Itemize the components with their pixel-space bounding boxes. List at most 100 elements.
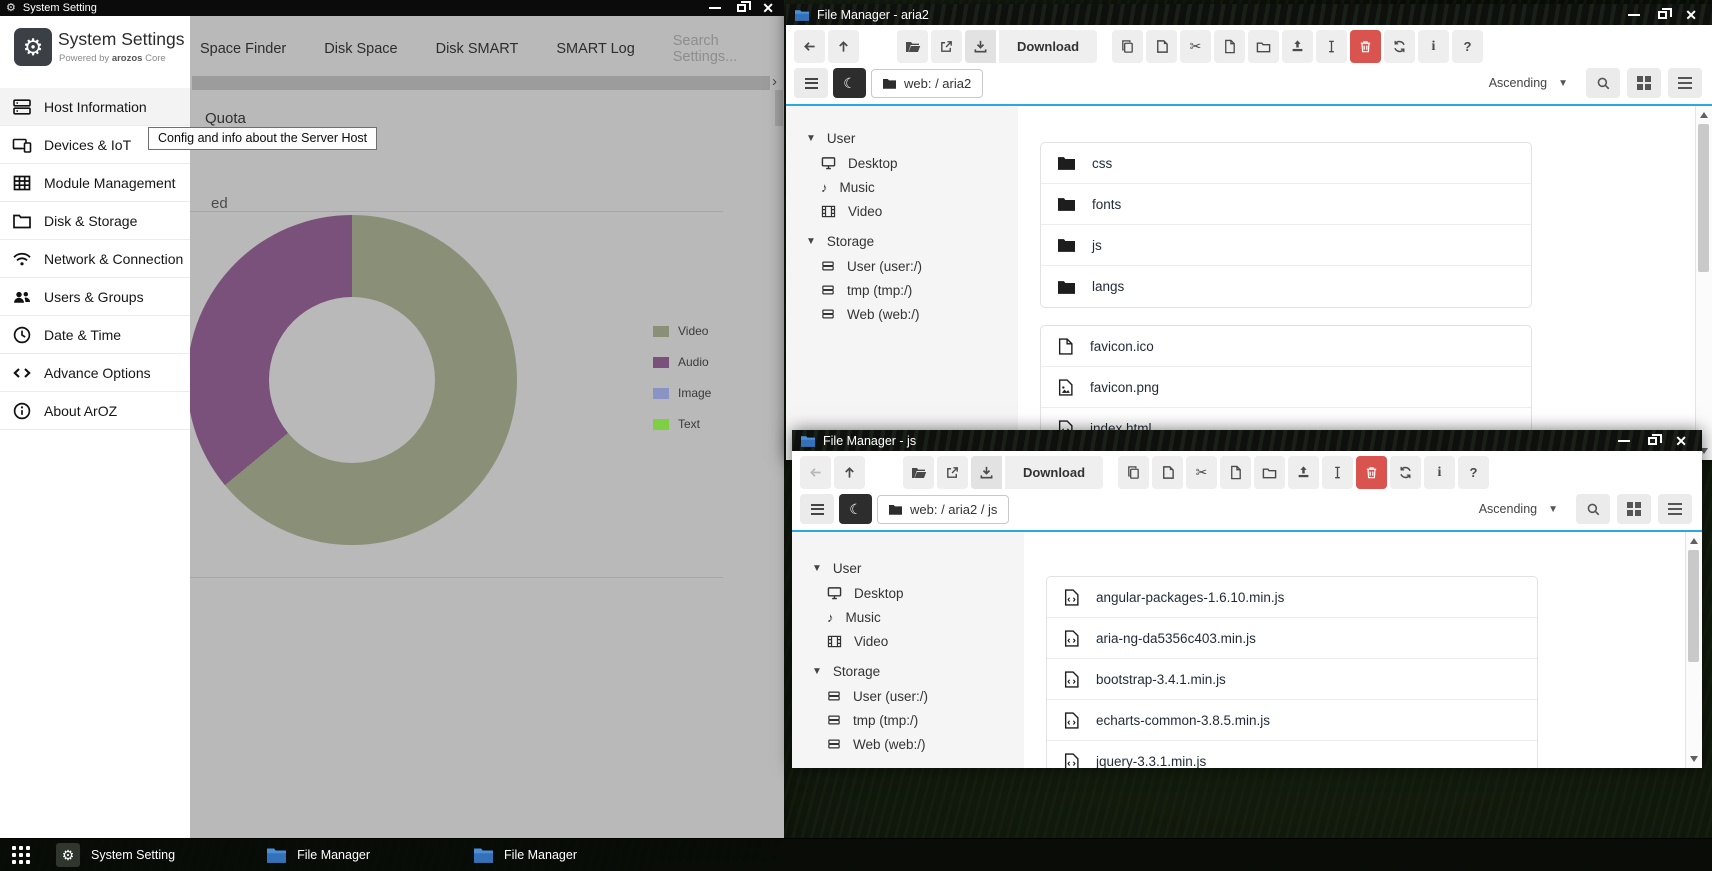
file-row-css[interactable]: css <box>1041 143 1531 184</box>
sidebar-item-about-aroz[interactable]: About ArOZ <box>0 392 190 430</box>
properties-button[interactable]: i <box>1418 30 1449 63</box>
copy-button[interactable] <box>1112 30 1143 63</box>
tree-item-desktop[interactable]: Desktop <box>806 151 1018 175</box>
fm-js-titlebar[interactable]: File Manager - js ✕ <box>792 430 1702 451</box>
refresh-button[interactable] <box>1384 30 1415 63</box>
sidebar-item-users-groups[interactable]: Users & Groups <box>0 278 190 316</box>
fm-aria2-titlebar[interactable]: File Manager - aria2 ✕ <box>786 4 1712 25</box>
rename-button[interactable] <box>1316 30 1347 63</box>
refresh-button[interactable] <box>1390 456 1421 489</box>
sidebar-item-host-information[interactable]: Host Information <box>0 88 190 126</box>
paste-button[interactable] <box>1152 456 1183 489</box>
tree-item-music[interactable]: ♪Music <box>812 605 1024 629</box>
tree-item-tmp-drive[interactable]: tmp (tmp:/) <box>812 708 1024 732</box>
cut-button[interactable]: ✂ <box>1180 30 1211 63</box>
back-button[interactable] <box>794 30 825 63</box>
up-button[interactable] <box>828 30 859 63</box>
sidebar-item-advance-options[interactable]: Advance Options <box>0 354 190 392</box>
new-folder-button[interactable] <box>1254 456 1285 489</box>
open-external-button[interactable] <box>937 456 968 489</box>
tab-disk-space[interactable]: Disk Space <box>324 41 397 57</box>
sort-order-dropdown[interactable]: Ascending ▼ <box>1478 69 1579 98</box>
maximize-icon[interactable] <box>1648 437 1657 445</box>
minimize-icon[interactable] <box>1628 14 1640 16</box>
theme-toggle-button[interactable]: ☾ <box>839 494 872 524</box>
upload-button[interactable] <box>1288 456 1319 489</box>
download-button[interactable]: Download <box>1005 456 1103 489</box>
new-folder-button[interactable] <box>1248 30 1279 63</box>
file-row-langs[interactable]: langs <box>1041 266 1531 307</box>
properties-button[interactable]: i <box>1424 456 1455 489</box>
delete-button[interactable] <box>1350 30 1381 63</box>
copy-button[interactable] <box>1118 456 1149 489</box>
tab-disk-smart[interactable]: Disk SMART <box>436 41 519 57</box>
vertical-scrollbar-thumb[interactable] <box>775 90 783 126</box>
list-view-button[interactable] <box>1658 494 1692 524</box>
grid-view-button[interactable] <box>1627 68 1661 98</box>
download-icon-button[interactable] <box>971 456 1002 489</box>
search-button[interactable] <box>1586 68 1620 98</box>
file-row-jquery[interactable]: jquery-3.3.1.min.js <box>1047 741 1537 768</box>
sidebar-item-network-connection[interactable]: Network & Connection <box>0 240 190 278</box>
paste-button[interactable] <box>1146 30 1177 63</box>
new-file-button[interactable] <box>1214 30 1245 63</box>
tree-item-video[interactable]: Video <box>806 199 1018 223</box>
sidebar-item-date-time[interactable]: Date & Time <box>0 316 190 354</box>
fm-aria2-scrollbar[interactable] <box>1695 106 1712 460</box>
open-button[interactable] <box>897 30 928 63</box>
file-row-js[interactable]: js <box>1041 225 1531 266</box>
file-row-fonts[interactable]: fonts <box>1041 184 1531 225</box>
breadcrumb[interactable]: web: / aria2 / js <box>877 495 1009 524</box>
tab-space-finder[interactable]: Space Finder <box>200 41 286 57</box>
help-button[interactable]: ? <box>1452 30 1483 63</box>
system-settings-titlebar[interactable]: ⚙ System Setting ✕ <box>0 0 784 16</box>
restore-icon[interactable] <box>737 4 746 12</box>
file-row-aria-ng[interactable]: aria-ng-da5356c403.min.js <box>1047 618 1537 659</box>
search-button[interactable] <box>1576 494 1610 524</box>
tab-smart-log[interactable]: SMART Log <box>556 41 634 57</box>
tree-item-user-drive[interactable]: User (user:/) <box>806 254 1018 278</box>
tree-item-video[interactable]: Video <box>812 629 1024 653</box>
rename-button[interactable] <box>1322 456 1353 489</box>
new-file-button[interactable] <box>1220 456 1251 489</box>
tree-item-music[interactable]: ♪Music <box>806 175 1018 199</box>
up-button[interactable] <box>834 456 865 489</box>
open-external-button[interactable] <box>931 30 962 63</box>
list-view-button[interactable] <box>1668 68 1702 98</box>
file-row-favicon-ico[interactable]: favicon.ico <box>1041 326 1531 367</box>
grid-view-button[interactable] <box>1617 494 1651 524</box>
scroll-right-chevron-icon[interactable]: › <box>772 73 777 90</box>
file-row-favicon-png[interactable]: favicon.png <box>1041 367 1531 408</box>
scrollbar-thumb[interactable] <box>1698 124 1709 272</box>
close-icon[interactable]: ✕ <box>1685 8 1697 22</box>
theme-toggle-button[interactable]: ☾ <box>833 68 866 98</box>
taskbar-item-system-setting[interactable]: ⚙ System Setting <box>56 843 175 867</box>
scrollbar-thumb[interactable] <box>1688 550 1699 662</box>
delete-button[interactable] <box>1356 456 1387 489</box>
help-button[interactable]: ? <box>1458 456 1489 489</box>
file-row-echarts[interactable]: echarts-common-3.8.5.min.js <box>1047 700 1537 741</box>
tree-item-web-drive[interactable]: Web (web:/) <box>812 732 1024 756</box>
fm-js-scrollbar[interactable] <box>1685 532 1702 768</box>
file-row-bootstrap[interactable]: bootstrap-3.4.1.min.js <box>1047 659 1537 700</box>
scroll-up-icon[interactable] <box>1700 112 1708 118</box>
cut-button[interactable]: ✂ <box>1186 456 1217 489</box>
tree-group-storage[interactable]: ▼Storage <box>812 659 1024 684</box>
sidebar-item-disk-storage[interactable]: Disk & Storage <box>0 202 190 240</box>
tree-group-storage[interactable]: ▼Storage <box>806 229 1018 254</box>
sidebar-item-module-management[interactable]: Module Management <box>0 164 190 202</box>
minimize-icon[interactable] <box>1618 440 1630 442</box>
menu-button[interactable] <box>794 68 828 98</box>
search-settings-input[interactable]: Search Settings... <box>673 33 784 65</box>
tree-item-web-drive[interactable]: Web (web:/) <box>806 302 1018 326</box>
upload-button[interactable] <box>1282 30 1313 63</box>
download-button[interactable]: Download <box>999 30 1097 63</box>
tree-group-user[interactable]: ▼User <box>806 126 1018 151</box>
maximize-icon[interactable] <box>1658 11 1667 19</box>
tree-item-tmp-drive[interactable]: tmp (tmp:/) <box>806 278 1018 302</box>
tree-item-desktop[interactable]: Desktop <box>812 581 1024 605</box>
taskbar-item-file-manager-1[interactable]: File Manager <box>267 847 370 863</box>
scroll-down-icon[interactable] <box>1690 756 1698 762</box>
sort-order-dropdown[interactable]: Ascending ▼ <box>1468 495 1569 524</box>
menu-button[interactable] <box>800 494 834 524</box>
